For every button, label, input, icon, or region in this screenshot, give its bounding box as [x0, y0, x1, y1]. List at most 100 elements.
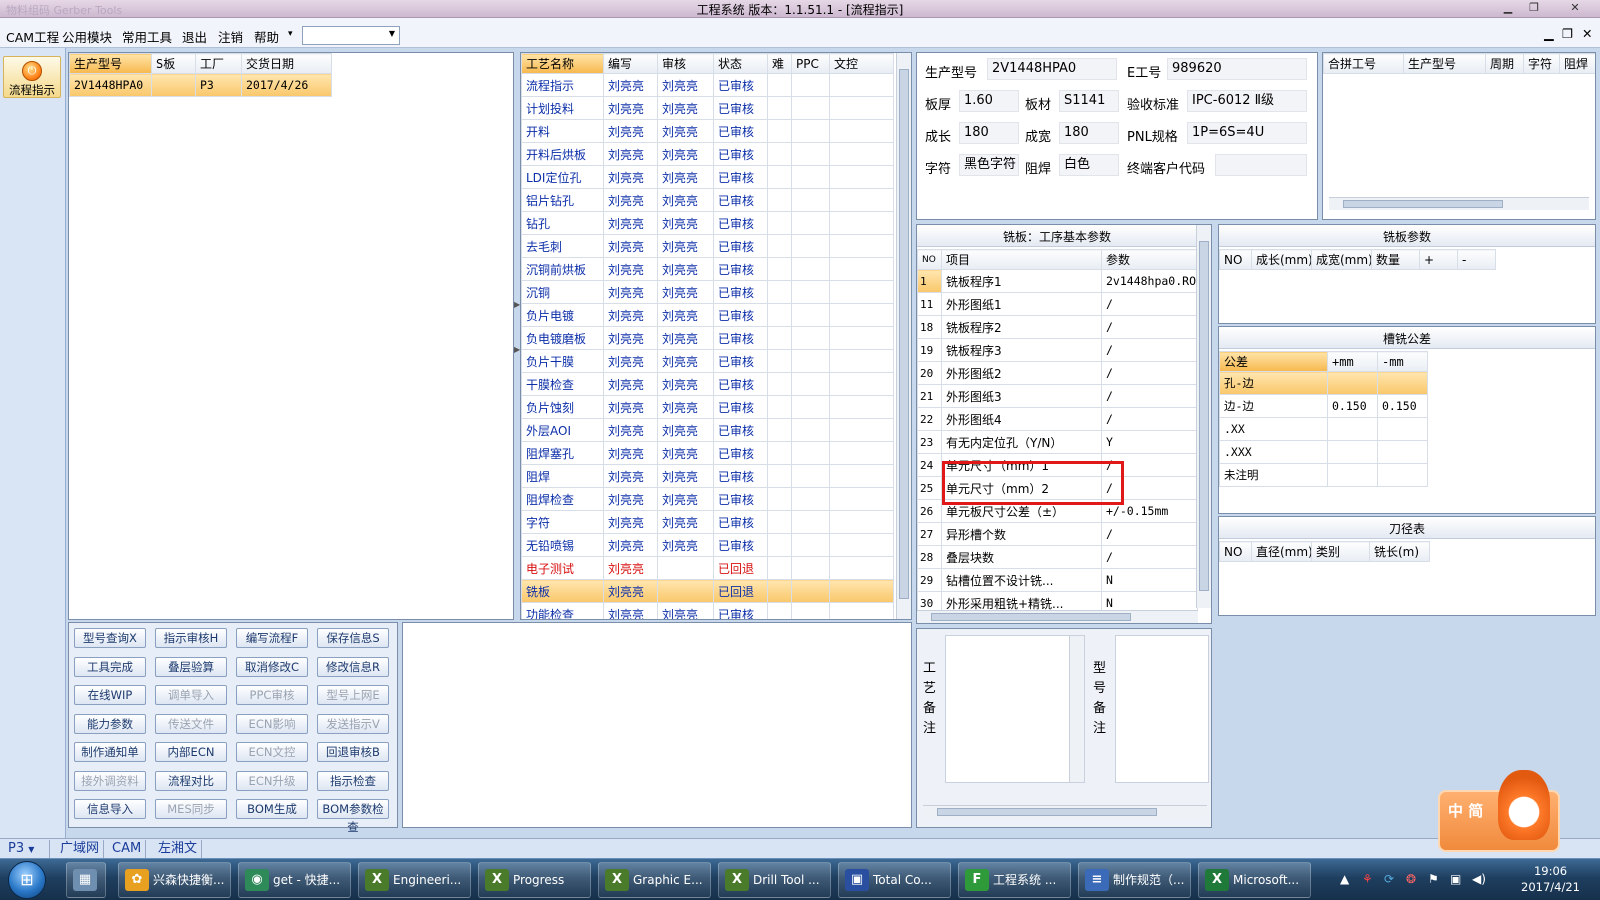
taskbar-item[interactable]: X Drill Tool ... [718, 862, 831, 898]
table-row[interactable]: 沉铜 刘亮亮 刘亮亮 已审核 [521, 280, 894, 304]
table-row[interactable]: 未注明 [1219, 463, 1428, 487]
process-scrollbar[interactable] [896, 53, 911, 619]
table-row[interactable]: 外层AOI 刘亮亮 刘亮亮 已审核 [521, 418, 894, 442]
action-button[interactable]: 在线WIP [74, 685, 146, 705]
table-row[interactable]: 23 有无内定位孔（Y/N） Y [917, 430, 1198, 454]
table-row[interactable]: 29 钻槽位置不设计铣... N [917, 568, 1198, 592]
action-button[interactable]: 传送文件 [155, 713, 227, 734]
action-button[interactable]: 叠层验算 [155, 656, 227, 677]
mdi-restore-icon[interactable]: ❐ [1562, 26, 1573, 41]
column-header[interactable]: 生产型号 [1403, 53, 1486, 74]
table-row[interactable]: 孔-边 [1219, 371, 1428, 395]
splitter-arrow-icon[interactable]: ▶ ▶ [514, 300, 520, 354]
table-row[interactable]: 无铅喷锡 刘亮亮 刘亮亮 已审核 [521, 533, 894, 557]
action-button[interactable]: 发送指示V [317, 713, 389, 734]
column-header[interactable]: +mm [1327, 351, 1378, 372]
close-icon[interactable]: ✕ [1560, 1, 1590, 16]
column-header[interactable]: 字符 [1523, 53, 1560, 74]
table-row[interactable]: .XXX [1219, 440, 1428, 464]
column-header[interactable]: PPC [791, 53, 830, 74]
menu-help[interactable]: 帮助 [254, 27, 279, 46]
column-header[interactable]: 审核 [657, 53, 714, 74]
table-row[interactable]: .XX [1219, 417, 1428, 441]
table-row[interactable]: 27 异形槽个数 / [917, 522, 1198, 546]
action-button[interactable]: PPC审核 [236, 685, 308, 705]
table-row[interactable]: 功能检查 刘亮亮 刘亮亮 已审核 [521, 602, 894, 619]
taskbar-item[interactable]: X Microsoft... [1198, 862, 1311, 898]
clock[interactable]: 19:06 2017/4/21 [1521, 863, 1580, 895]
param-value[interactable]: / [1101, 407, 1198, 431]
action-button[interactable]: 型号上网E [317, 685, 389, 705]
table-row[interactable]: 负电镀磨板 刘亮亮 刘亮亮 已审核 [521, 326, 894, 350]
ime-mascot[interactable]: 中 简 [1438, 770, 1560, 852]
column-header[interactable]: 铣长(m) [1369, 541, 1430, 562]
table-row[interactable]: 阻焊塞孔 刘亮亮 刘亮亮 已审核 [521, 441, 894, 465]
table-row[interactable]: 字符 刘亮亮 刘亮亮 已审核 [521, 510, 894, 534]
action-button[interactable]: 修改信息R [317, 656, 389, 677]
action-button[interactable]: 能力参数 [74, 713, 146, 734]
param-value[interactable]: / [1101, 338, 1198, 362]
table-row[interactable]: 电子测试 刘亮亮 已回退 [521, 556, 894, 580]
merge-hscroll[interactable] [1329, 197, 1589, 210]
action-button[interactable]: 型号查询X [74, 628, 146, 648]
table-row[interactable]: 边-边 0.150 0.150 [1219, 394, 1428, 418]
flow-indicator-button[interactable]: ⏻ 流程指示 [3, 56, 61, 98]
params-hscroll-thumb[interactable] [931, 613, 1131, 621]
column-header[interactable]: S板 [151, 53, 196, 74]
table-row[interactable]: 19 铣板程序3/ [917, 338, 1198, 362]
table-row[interactable]: 计划投料 刘亮亮 刘亮亮 已审核 [521, 96, 894, 120]
action-button[interactable]: ECN升级 [236, 770, 308, 791]
column-header[interactable]: 成宽(mm) [1311, 249, 1372, 270]
table-row[interactable]: 干膜检查 刘亮亮 刘亮亮 已审核 [521, 372, 894, 396]
table-row[interactable]: 22 外形图纸4/ [917, 407, 1198, 431]
column-header[interactable]: 数量 [1371, 249, 1420, 270]
action-button[interactable]: 指示审核H [155, 628, 227, 648]
column-header[interactable]: 阻焊 [1559, 53, 1595, 74]
param-value[interactable]: / [1101, 361, 1198, 385]
action-button[interactable]: 回退审核B [317, 742, 389, 762]
column-header[interactable]: NO [1219, 541, 1252, 562]
remarks-hscroll[interactable] [923, 805, 1207, 818]
start-button-icon[interactable]: ⊞ [8, 861, 46, 899]
table-row[interactable]: 21 外形图纸3/ [917, 384, 1198, 408]
table-row[interactable]: 负片干膜 刘亮亮 刘亮亮 已审核 [521, 349, 894, 373]
process-remarks-field[interactable] [945, 635, 1085, 783]
column-header[interactable]: 文控 [829, 53, 894, 74]
column-header[interactable]: 编写 [603, 53, 658, 74]
table-row[interactable]: 开料后烘板 刘亮亮 刘亮亮 已审核 [521, 142, 894, 166]
taskbar-item[interactable]: X Engineeri... [358, 862, 471, 898]
taskbar-item[interactable]: ◉ get - 快捷... [238, 862, 351, 898]
taskbar-item[interactable]: X Progress [478, 862, 591, 898]
table-row[interactable]: 沉铜前烘板 刘亮亮 刘亮亮 已审核 [521, 257, 894, 281]
table-row[interactable]: 铝片钻孔 刘亮亮 刘亮亮 已审核 [521, 188, 894, 212]
column-header[interactable]: + [1419, 249, 1458, 270]
action-button[interactable]: 流程对比 [155, 770, 227, 791]
menu-combo[interactable]: ▼ [302, 26, 400, 45]
merge-hscroll-thumb[interactable] [1343, 200, 1503, 208]
action-button[interactable]: 接外调资料 [74, 770, 146, 791]
param-value[interactable]: / [1101, 545, 1198, 569]
table-row[interactable]: 20 外形图纸2/ [917, 361, 1198, 385]
column-header[interactable]: NO [917, 249, 942, 270]
table-row[interactable]: 阻焊 刘亮亮 刘亮亮 已审核 [521, 464, 894, 488]
menu-logout[interactable]: 注销 [218, 27, 243, 46]
column-header[interactable]: 工艺名称 [521, 53, 604, 74]
action-button[interactable]: 编写流程F [236, 628, 308, 648]
table-row[interactable]: 负片蚀刻 刘亮亮 刘亮亮 已审核 [521, 395, 894, 419]
column-header[interactable]: NO [1219, 249, 1252, 270]
column-header[interactable]: 参数 [1101, 249, 1198, 270]
action-button[interactable]: 制作通知单 [74, 742, 146, 762]
taskbar-item[interactable]: X Graphic E... [598, 862, 711, 898]
tray-arrow-icon[interactable]: ▲ [1340, 872, 1349, 886]
column-header[interactable]: 类别 [1311, 541, 1370, 562]
process-remarks-scrollbar[interactable] [1069, 636, 1084, 782]
tray-flag-icon[interactable]: ⚑ [1428, 872, 1439, 886]
column-header[interactable]: 成长(mm) [1251, 249, 1312, 270]
action-button[interactable]: BOM参数检查 [317, 799, 389, 834]
action-button[interactable]: 保存信息S [317, 628, 389, 648]
remarks-hscroll-thumb[interactable] [937, 808, 1157, 816]
param-value[interactable]: / [1101, 315, 1198, 339]
column-header[interactable]: 工厂 [195, 53, 242, 74]
factory-selector[interactable]: P3 ▼ [4, 840, 50, 858]
tray-volume-icon[interactable]: ◀) [1472, 872, 1486, 886]
